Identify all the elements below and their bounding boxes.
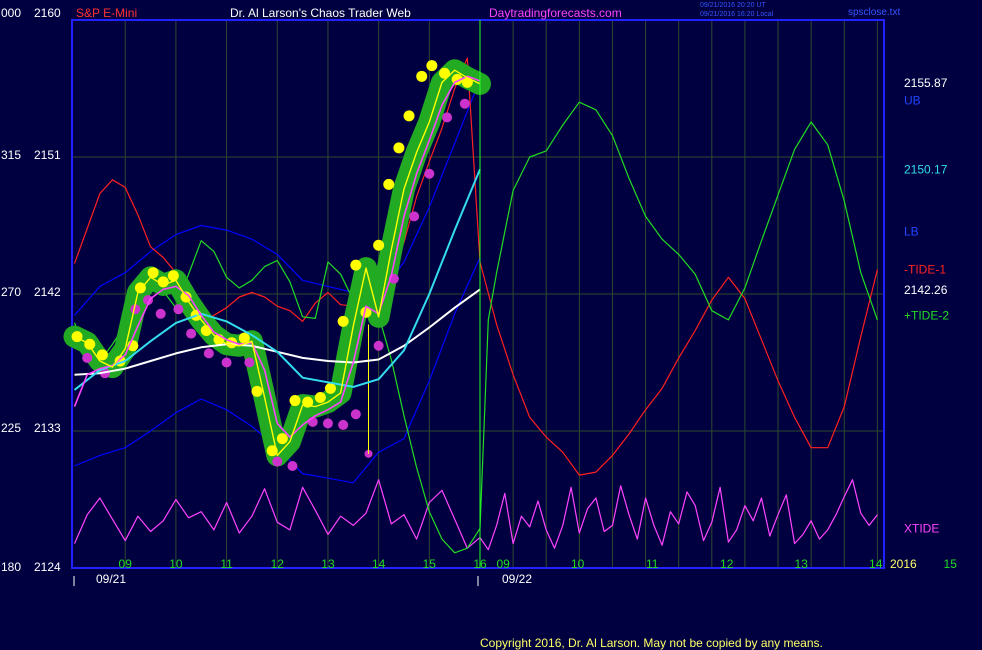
time-tick-day1: 10: [169, 557, 183, 571]
date-label-day1: 09/21: [96, 572, 126, 586]
high-swing-dot: [416, 70, 428, 82]
low-swing-dot: [409, 211, 420, 222]
high-swing-dot: [167, 270, 179, 282]
low-swing-dot: [272, 456, 283, 467]
time-tick-day1: 15: [423, 557, 437, 571]
time-tick-day1: 12: [271, 557, 285, 571]
high-swing-dot: [251, 385, 263, 397]
time-tick-day2: 12: [720, 557, 734, 571]
low-swing-dot: [221, 357, 232, 368]
timestamp-ut: 09/21/2016 20:20 UT: [700, 2, 766, 9]
timestamp-local: 09/21/2016 16:20 Local: [700, 11, 774, 18]
high-swing-dot: [276, 433, 288, 445]
right-label: LB: [904, 225, 919, 239]
left-axis-osc-270: 270: [1, 285, 21, 299]
high-swing-dot: [147, 267, 159, 279]
right-label: 2155.87: [904, 76, 948, 90]
site-label: Daytradingforecasts.com: [489, 6, 622, 20]
low-swing-dot: [287, 461, 298, 472]
high-swing-dot: [84, 338, 96, 350]
low-swing-dot: [173, 304, 184, 315]
low-swing-dot: [155, 308, 166, 319]
time-tick-day1: 14: [372, 557, 386, 571]
chart-title: Dr. Al Larson's Chaos Trader Web: [230, 6, 411, 20]
left-axis-price-2133: 2133: [34, 421, 61, 435]
low-swing-dot: [424, 168, 435, 179]
low-swing-dot: [244, 357, 255, 368]
left-axis-osc-225: 225: [1, 421, 21, 435]
high-swing-dot: [403, 110, 415, 122]
high-swing-dot: [383, 178, 395, 190]
chaos-trader-chart: 000 2160 S&P E-Mini Dr. Al Larson's Chao…: [0, 0, 982, 650]
right-label: -TIDE-1: [904, 263, 946, 277]
high-swing-dot: [289, 395, 301, 407]
copyright-notice: Copyright 2016, Dr. Al Larson. May not b…: [480, 636, 823, 650]
time-tick-day2: 10: [571, 557, 585, 571]
right-label: +TIDE-2: [904, 308, 949, 322]
time-tick-day2: 13: [795, 557, 809, 571]
time-tick-day1: 13: [321, 557, 335, 571]
high-swing-dot: [350, 259, 362, 271]
right-label: UB: [904, 94, 921, 108]
time-tick-day2: 11: [646, 557, 659, 571]
right-label: 2150.17: [904, 163, 948, 177]
high-swing-dot: [393, 142, 405, 154]
left-axis-top-osc: 000: [1, 6, 21, 20]
right-label: 2142.26: [904, 283, 948, 297]
high-swing-dot: [373, 239, 385, 251]
left-axis-osc-315: 315: [1, 148, 21, 162]
high-swing-dot: [71, 331, 83, 343]
high-swing-dot: [314, 392, 326, 404]
time-tick-day2: 14: [869, 557, 883, 571]
low-swing-dot: [186, 328, 197, 339]
time-tick-day2: 15: [944, 557, 958, 571]
low-swing-dot: [338, 419, 349, 430]
left-axis-price-2124: 2124: [34, 560, 61, 574]
time-tick-day2: 09: [497, 557, 511, 571]
low-swing-dot: [350, 409, 361, 420]
time-tick-day1: 11: [220, 557, 233, 571]
left-axis-osc-180: 180: [1, 560, 21, 574]
instrument-label: S&P E-Mini: [76, 6, 137, 20]
high-swing-dot: [324, 382, 336, 394]
year-label: 2016: [890, 557, 917, 571]
high-swing-dot: [426, 60, 438, 72]
low-swing-dot: [82, 352, 93, 363]
low-swing-dot: [322, 418, 333, 429]
time-tick-day1: 16: [473, 557, 487, 571]
low-swing-dot: [459, 98, 470, 109]
chart-background: [0, 0, 982, 650]
data-file-label: spsclose.txt: [848, 7, 900, 18]
low-swing-dot: [373, 340, 384, 351]
low-swing-dot: [442, 112, 453, 123]
left-axis-price-2142: 2142: [34, 285, 61, 299]
low-swing-dot: [203, 348, 214, 359]
high-swing-dot: [337, 315, 349, 327]
left-axis-price-2151: 2151: [34, 148, 61, 162]
right-label: XTIDE: [904, 521, 939, 535]
date-label-day2: 09/22: [502, 572, 532, 586]
left-axis-top-price: 2160: [34, 6, 61, 20]
time-tick-day1: 09: [119, 557, 133, 571]
